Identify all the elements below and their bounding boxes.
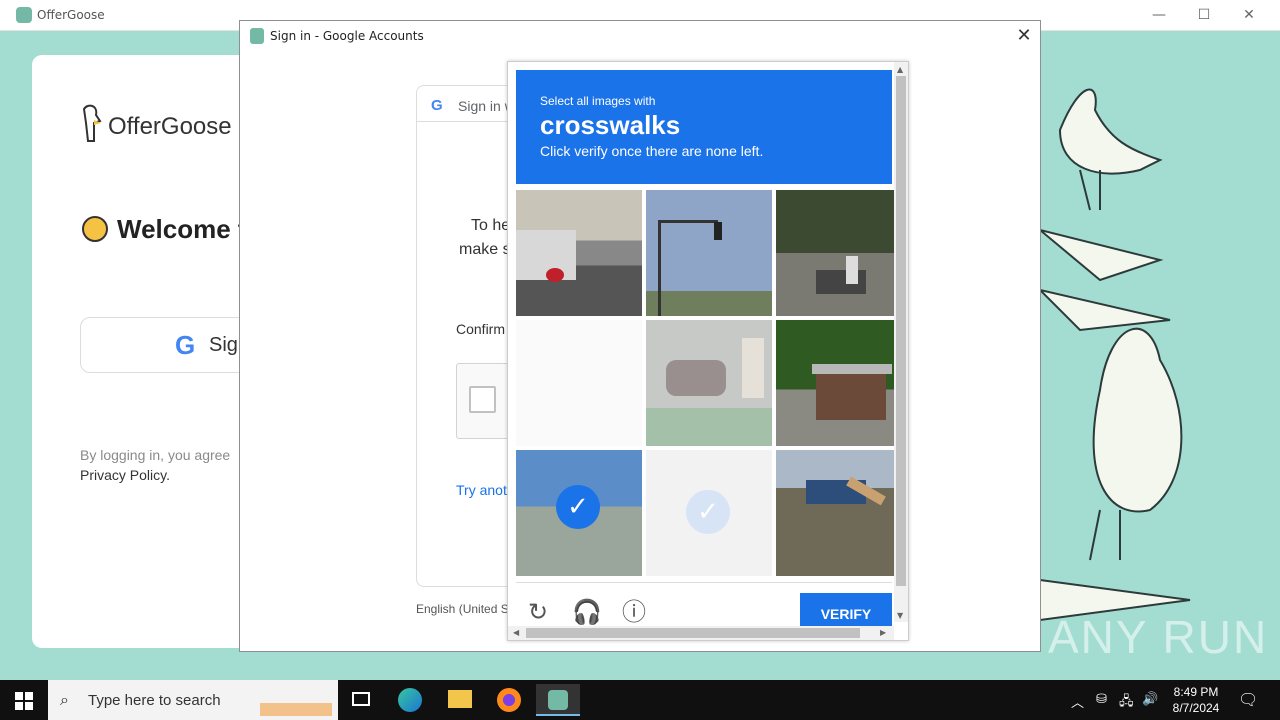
captcha-tile[interactable]: [776, 190, 902, 316]
horizontal-scrollbar-thumb[interactable]: [526, 628, 860, 638]
captcha-tile[interactable]: [646, 320, 772, 446]
anyrun-watermark: ANY RUN: [1048, 611, 1269, 663]
instruction-top: Select all images with: [540, 94, 656, 108]
edge-icon[interactable]: [388, 684, 432, 716]
google-logo-icon: G: [431, 97, 443, 114]
minimize-icon[interactable]: —: [1148, 6, 1170, 24]
language-selector[interactable]: English (United S: [416, 602, 509, 616]
recaptcha-challenge: Select all images with crosswalks Click …: [507, 61, 909, 641]
scroll-down-icon[interactable]: ▼: [897, 611, 903, 620]
system-clock[interactable]: 8:49 PM 8/7/2024: [1164, 684, 1228, 716]
help-text-line2: make s: [459, 241, 511, 258]
network-drive-icon[interactable]: ⛁: [1096, 692, 1107, 707]
offergoose-window-icon: [250, 28, 264, 44]
wave-hand-icon: [82, 216, 108, 242]
recaptcha-checkbox[interactable]: [469, 386, 496, 413]
footer-divider: [516, 582, 892, 583]
windows-logo-icon: [15, 692, 33, 710]
taskbar: ⌕ Type here to search ︿ ⛁ 🖧 🔊 8:49 PM 8/…: [0, 680, 1280, 720]
captcha-tile[interactable]: ✓: [646, 450, 772, 576]
challenge-header: Select all images with crosswalks Click …: [516, 70, 892, 184]
google-signin-button[interactable]: G Sign: [80, 317, 260, 373]
captcha-tile[interactable]: [776, 320, 902, 446]
confirm-text: Confirm: [456, 321, 506, 337]
app-title: OfferGoose: [37, 8, 105, 22]
scroll-up-icon[interactable]: ▲: [897, 65, 903, 74]
task-view-icon[interactable]: [340, 684, 384, 716]
captcha-tile[interactable]: [516, 190, 642, 316]
captcha-tile[interactable]: [516, 320, 642, 446]
captcha-tile[interactable]: ✓: [516, 450, 642, 576]
captcha-tile[interactable]: [776, 450, 902, 576]
brand-name: OfferGoose: [108, 113, 232, 140]
terms-text: By logging in, you agree: [80, 447, 231, 463]
goose-illustration: [1040, 88, 1191, 622]
selected-check-icon: ✓: [556, 485, 600, 529]
audio-headphones-icon[interactable]: 🎧: [572, 598, 602, 626]
clock-time: 8:49 PM: [1173, 685, 1219, 699]
beach-search-highlight-icon: [260, 684, 332, 716]
google-g-icon: G: [175, 330, 196, 360]
firefox-icon[interactable]: [487, 684, 531, 716]
challenge-target: crosswalks: [540, 110, 681, 140]
scroll-left-icon[interactable]: ◀: [513, 628, 519, 637]
vertical-scrollbar-thumb[interactable]: [896, 76, 906, 586]
notifications-icon[interactable]: 🗨: [1238, 690, 1258, 709]
try-another-way-link[interactable]: Try anot: [456, 482, 507, 498]
captcha-tile[interactable]: [646, 190, 772, 316]
network-icon[interactable]: 🖧: [1119, 692, 1134, 714]
clock-date: 8/7/2024: [1172, 701, 1220, 715]
info-icon[interactable]: ⓘ: [620, 598, 648, 626]
windows-start-button[interactable]: [0, 680, 48, 720]
offergoose-taskbar-icon[interactable]: [536, 684, 580, 716]
file-explorer-icon[interactable]: [438, 684, 482, 716]
reload-icon[interactable]: ↻: [524, 598, 552, 626]
scroll-right-icon[interactable]: ▶: [880, 628, 886, 637]
popup-close-icon[interactable]: ✕: [1012, 25, 1036, 47]
selected-check-icon: ✓: [686, 490, 730, 534]
popup-title: Sign in - Google Accounts: [270, 29, 424, 43]
help-text-line1: To he: [471, 217, 511, 234]
instruction-bottom: Click verify once there are none left.: [540, 143, 764, 159]
search-placeholder: Type here to search: [88, 692, 221, 709]
show-hidden-icons-icon[interactable]: ︿: [1071, 692, 1084, 711]
search-icon: ⌕: [60, 690, 69, 709]
taskbar-search-box[interactable]: ⌕ Type here to search: [48, 680, 338, 720]
goose-logo-icon: [82, 104, 102, 142]
privacy-policy-link[interactable]: Privacy Policy.: [80, 467, 170, 483]
close-icon[interactable]: ✕: [1238, 6, 1260, 24]
volume-icon[interactable]: 🔊: [1142, 692, 1158, 707]
offergoose-app-icon: [16, 7, 32, 23]
maximize-icon[interactable]: ☐: [1193, 6, 1215, 24]
